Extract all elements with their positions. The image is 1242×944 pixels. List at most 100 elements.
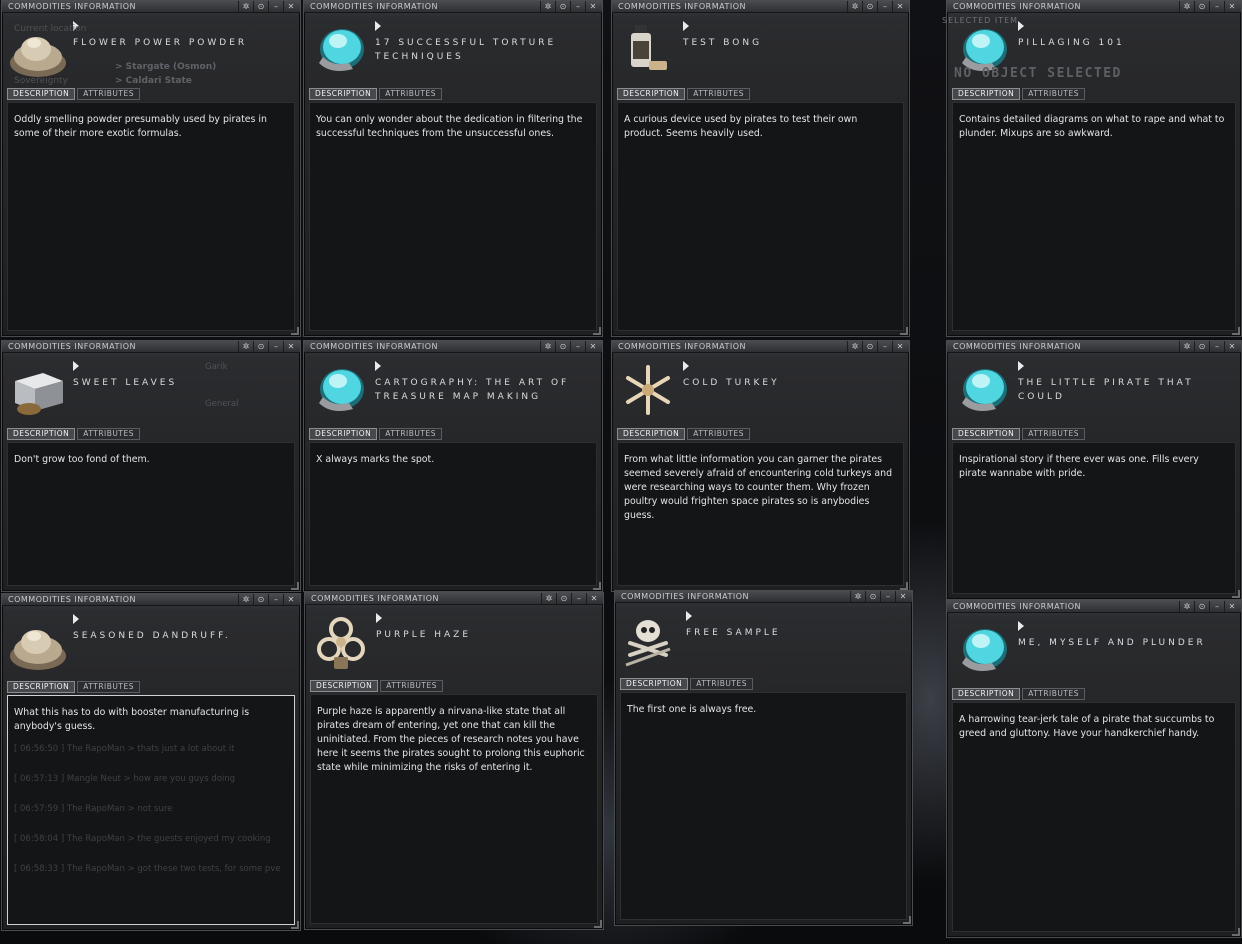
settings-icon[interactable]: ✲ bbox=[238, 1, 253, 12]
minimize-icon[interactable]: – bbox=[1209, 601, 1224, 612]
close-icon[interactable]: ✕ bbox=[283, 341, 298, 352]
pin-icon[interactable]: ⊙ bbox=[555, 1, 570, 12]
tab-attributes[interactable]: ATTRIBUTES bbox=[380, 680, 443, 692]
resize-handle[interactable] bbox=[593, 582, 601, 590]
info-window-free-sample[interactable]: COMMODITIES INFORMATION ✲ ⊙ – ✕ Free Sam… bbox=[614, 590, 913, 926]
settings-icon[interactable]: ✲ bbox=[238, 341, 253, 352]
pin-icon[interactable]: ⊙ bbox=[862, 341, 877, 352]
tab-attributes[interactable]: ATTRIBUTES bbox=[379, 88, 442, 100]
play-icon[interactable] bbox=[73, 361, 79, 371]
settings-icon[interactable]: ✲ bbox=[1179, 601, 1194, 612]
play-icon[interactable] bbox=[375, 361, 381, 371]
play-icon[interactable] bbox=[375, 21, 381, 31]
play-icon[interactable] bbox=[1018, 621, 1024, 631]
window-titlebar[interactable]: COMMODITIES INFORMATION ✲ ⊙ – ✕ bbox=[304, 1, 602, 13]
info-window-torture-techniques[interactable]: COMMODITIES INFORMATION ✲ ⊙ – ✕ 17 Succe… bbox=[303, 0, 603, 337]
tab-description[interactable]: DESCRIPTION bbox=[617, 428, 686, 440]
pin-icon[interactable]: ⊙ bbox=[253, 341, 268, 352]
resize-handle[interactable] bbox=[1232, 327, 1240, 335]
settings-icon[interactable]: ✲ bbox=[847, 1, 862, 12]
minimize-icon[interactable]: – bbox=[880, 591, 895, 602]
minimize-icon[interactable]: – bbox=[877, 341, 892, 352]
tab-description[interactable]: DESCRIPTION bbox=[309, 428, 378, 440]
tab-attributes[interactable]: ATTRIBUTES bbox=[690, 678, 753, 690]
window-titlebar[interactable]: COMMODITIES INFORMATION ✲ ⊙ – ✕ bbox=[947, 601, 1241, 613]
tab-attributes[interactable]: ATTRIBUTES bbox=[1022, 88, 1085, 100]
tab-attributes[interactable]: ATTRIBUTES bbox=[77, 88, 140, 100]
pin-icon[interactable]: ⊙ bbox=[1194, 1, 1209, 12]
close-icon[interactable]: ✕ bbox=[585, 341, 600, 352]
info-window-flower-power-powder[interactable]: COMMODITIES INFORMATION ✲ ⊙ – ✕ Flower P… bbox=[1, 0, 301, 337]
play-icon[interactable] bbox=[1018, 361, 1024, 371]
pin-icon[interactable]: ⊙ bbox=[556, 593, 571, 604]
info-window-sweet-leaves[interactable]: COMMODITIES INFORMATION ✲ ⊙ – ✕ Sweet Le… bbox=[1, 340, 301, 592]
resize-handle[interactable] bbox=[900, 582, 908, 590]
close-icon[interactable]: ✕ bbox=[895, 591, 910, 602]
minimize-icon[interactable]: – bbox=[877, 1, 892, 12]
window-titlebar[interactable]: COMMODITIES INFORMATION ✲ ⊙ – ✕ bbox=[305, 593, 603, 605]
window-titlebar[interactable]: COMMODITIES INFORMATION ✲ ⊙ – ✕ bbox=[947, 341, 1241, 353]
resize-handle[interactable] bbox=[900, 327, 908, 335]
resize-handle[interactable] bbox=[903, 916, 911, 924]
pin-icon[interactable]: ⊙ bbox=[555, 341, 570, 352]
close-icon[interactable]: ✕ bbox=[585, 1, 600, 12]
window-titlebar[interactable]: COMMODITIES INFORMATION ✲ ⊙ – ✕ bbox=[304, 341, 602, 353]
window-titlebar[interactable]: COMMODITIES INFORMATION ✲ ⊙ – ✕ bbox=[615, 591, 912, 603]
settings-icon[interactable]: ✲ bbox=[850, 591, 865, 602]
close-icon[interactable]: ✕ bbox=[892, 341, 907, 352]
info-window-purple-haze[interactable]: COMMODITIES INFORMATION ✲ ⊙ – ✕ Purple H… bbox=[304, 592, 604, 930]
tab-attributes[interactable]: ATTRIBUTES bbox=[1022, 688, 1085, 700]
resize-handle[interactable] bbox=[291, 921, 299, 929]
settings-icon[interactable]: ✲ bbox=[540, 1, 555, 12]
tab-description[interactable]: DESCRIPTION bbox=[7, 681, 76, 693]
settings-icon[interactable]: ✲ bbox=[540, 341, 555, 352]
tab-description[interactable]: DESCRIPTION bbox=[7, 88, 76, 100]
info-window-cold-turkey[interactable]: COMMODITIES INFORMATION ✲ ⊙ – ✕ Cold Tur… bbox=[611, 340, 910, 592]
window-titlebar[interactable]: COMMODITIES INFORMATION ✲ ⊙ – ✕ bbox=[2, 594, 300, 606]
minimize-icon[interactable]: – bbox=[268, 594, 283, 605]
pin-icon[interactable]: ⊙ bbox=[1194, 341, 1209, 352]
resize-handle[interactable] bbox=[593, 327, 601, 335]
tab-attributes[interactable]: ATTRIBUTES bbox=[77, 681, 140, 693]
info-window-test-bong[interactable]: COMMODITIES INFORMATION ✲ ⊙ – ✕ Test Bon… bbox=[611, 0, 910, 337]
tab-description[interactable]: DESCRIPTION bbox=[309, 88, 378, 100]
tab-description[interactable]: DESCRIPTION bbox=[620, 678, 689, 690]
close-icon[interactable]: ✕ bbox=[1224, 341, 1239, 352]
tab-description[interactable]: DESCRIPTION bbox=[952, 688, 1021, 700]
pin-icon[interactable]: ⊙ bbox=[865, 591, 880, 602]
tab-description[interactable]: DESCRIPTION bbox=[617, 88, 686, 100]
settings-icon[interactable]: ✲ bbox=[1179, 341, 1194, 352]
resize-handle[interactable] bbox=[594, 920, 602, 928]
close-icon[interactable]: ✕ bbox=[892, 1, 907, 12]
info-window-pillaging-101[interactable]: COMMODITIES INFORMATION ✲ ⊙ – ✕ Pillagin… bbox=[946, 0, 1242, 337]
close-icon[interactable]: ✕ bbox=[586, 593, 601, 604]
pin-icon[interactable]: ⊙ bbox=[1194, 601, 1209, 612]
close-icon[interactable]: ✕ bbox=[283, 1, 298, 12]
window-titlebar[interactable]: COMMODITIES INFORMATION ✲ ⊙ – ✕ bbox=[947, 1, 1241, 13]
resize-handle[interactable] bbox=[291, 582, 299, 590]
tab-attributes[interactable]: ATTRIBUTES bbox=[379, 428, 442, 440]
close-icon[interactable]: ✕ bbox=[1224, 1, 1239, 12]
pin-icon[interactable]: ⊙ bbox=[253, 1, 268, 12]
play-icon[interactable] bbox=[683, 361, 689, 371]
play-icon[interactable] bbox=[1018, 21, 1024, 31]
info-window-me-myself-plunder[interactable]: COMMODITIES INFORMATION ✲ ⊙ – ✕ Me, Myse… bbox=[946, 600, 1242, 938]
play-icon[interactable] bbox=[683, 21, 689, 31]
play-icon[interactable] bbox=[686, 611, 692, 621]
minimize-icon[interactable]: – bbox=[570, 341, 585, 352]
tab-attributes[interactable]: ATTRIBUTES bbox=[687, 88, 750, 100]
play-icon[interactable] bbox=[376, 613, 382, 623]
tab-description[interactable]: DESCRIPTION bbox=[7, 428, 76, 440]
tab-description[interactable]: DESCRIPTION bbox=[952, 428, 1021, 440]
resize-handle[interactable] bbox=[1232, 928, 1240, 936]
play-icon[interactable] bbox=[73, 614, 79, 624]
pin-icon[interactable]: ⊙ bbox=[253, 594, 268, 605]
resize-handle[interactable] bbox=[1232, 590, 1240, 598]
tab-attributes[interactable]: ATTRIBUTES bbox=[687, 428, 750, 440]
close-icon[interactable]: ✕ bbox=[283, 594, 298, 605]
resize-handle[interactable] bbox=[291, 327, 299, 335]
info-window-cartography[interactable]: COMMODITIES INFORMATION ✲ ⊙ – ✕ Cartogra… bbox=[303, 340, 603, 592]
window-titlebar[interactable]: COMMODITIES INFORMATION ✲ ⊙ – ✕ bbox=[2, 341, 300, 353]
tab-description[interactable]: DESCRIPTION bbox=[310, 680, 379, 692]
close-icon[interactable]: ✕ bbox=[1224, 601, 1239, 612]
